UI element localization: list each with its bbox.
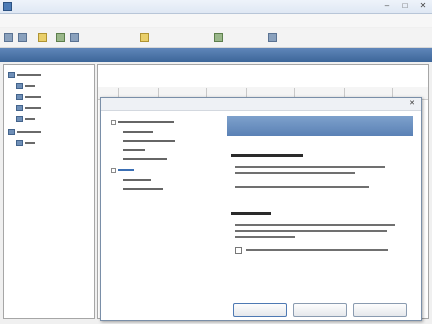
options-tree-item[interactable] — [123, 137, 175, 145]
options-tree-item[interactable] — [123, 155, 167, 163]
export-icon — [214, 32, 223, 42]
sensor-icon — [16, 93, 23, 100]
section-band — [0, 48, 432, 62]
tree-item[interactable] — [16, 103, 41, 112]
ok-button[interactable] — [233, 303, 287, 317]
report-icon — [70, 32, 79, 42]
toolbar-report[interactable] — [70, 31, 81, 43]
section-title — [231, 212, 271, 215]
toolbar-save[interactable] — [4, 31, 15, 43]
tree-item[interactable] — [16, 92, 41, 101]
toolbar — [0, 28, 432, 48]
options-tree-item[interactable] — [123, 146, 145, 154]
print-icon — [18, 32, 27, 42]
options-tree-item[interactable] — [123, 185, 163, 193]
sidebar-tree — [3, 64, 95, 319]
minimize-button[interactable]: – — [378, 1, 396, 11]
section-description-line — [235, 236, 295, 238]
toolbar-users[interactable] — [268, 31, 279, 43]
import-icon — [140, 32, 149, 42]
section-description-line — [235, 230, 387, 232]
options-panel — [227, 116, 413, 301]
options-tree-item[interactable] — [111, 166, 134, 174]
section-description — [235, 166, 385, 168]
toolbar-export[interactable] — [214, 31, 225, 43]
section-description — [235, 224, 395, 226]
expand-icon — [111, 119, 116, 125]
close-button[interactable]: ✕ — [414, 1, 432, 11]
tree-item[interactable] — [16, 81, 35, 90]
dialog-close-button[interactable]: ✕ — [406, 99, 418, 108]
sensor-icon — [16, 82, 23, 89]
panel-header — [227, 116, 413, 136]
tree-item[interactable] — [8, 70, 41, 79]
options-tree — [109, 116, 219, 266]
toolbar-import[interactable] — [140, 31, 151, 43]
help-button[interactable] — [353, 303, 407, 317]
save-icon — [4, 32, 13, 42]
help-icon — [38, 32, 47, 42]
option-checkbox-label — [246, 249, 388, 251]
option-checkbox[interactable] — [235, 247, 242, 254]
users-icon — [268, 32, 277, 42]
tree-item[interactable] — [8, 127, 41, 136]
refresh-icon — [56, 32, 65, 42]
options-dialog: ✕ — [100, 97, 422, 321]
folder-icon — [8, 71, 15, 78]
folder-icon — [8, 128, 15, 135]
sensor-icon — [16, 139, 23, 146]
options-tree-item[interactable] — [123, 176, 151, 184]
maximize-button[interactable]: □ — [396, 1, 414, 11]
options-tree-item[interactable] — [123, 128, 153, 136]
tree-item[interactable] — [16, 114, 35, 123]
app-icon — [3, 2, 12, 11]
expand-icon — [111, 167, 116, 173]
section-description-line — [235, 172, 355, 174]
options-tree-item[interactable] — [111, 118, 174, 126]
cancel-button[interactable] — [293, 303, 347, 317]
dialog-title-bar: ✕ — [101, 98, 421, 111]
section-checkbox-label — [235, 186, 369, 188]
toolbar-help[interactable] — [38, 31, 49, 43]
sensor-icon — [16, 115, 23, 122]
section-title — [231, 154, 303, 157]
tree-item[interactable] — [16, 138, 35, 147]
toolbar-print[interactable] — [18, 31, 29, 43]
toolbar-refresh[interactable] — [56, 31, 67, 43]
title-bar: – □ ✕ — [0, 0, 432, 14]
sensor-icon — [16, 104, 23, 111]
menu-bar — [0, 14, 432, 27]
